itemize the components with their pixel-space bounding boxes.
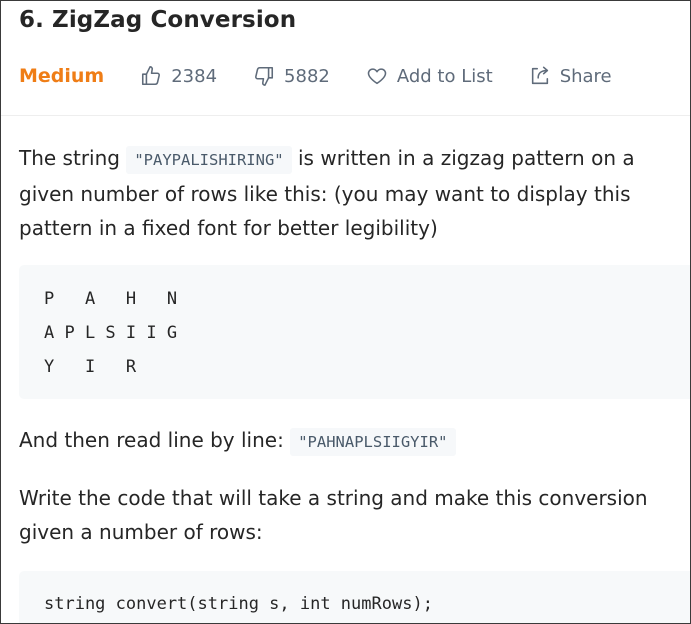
problem-meta-bar: Medium 2384 5882 Add to List Share: [19, 61, 648, 91]
zigzag-example-block: P A H N A P L S I I G Y I R: [19, 265, 690, 399]
example-line: Y I R: [44, 357, 137, 377]
inline-code-output-string: "PAHNAPLSIIGYIR": [290, 428, 456, 456]
function-signature-block: string convert(string s, int numRows);: [19, 571, 690, 623]
problem-title: 6. ZigZag Conversion: [19, 7, 297, 33]
share-icon: [531, 66, 548, 85]
thumbs-down-icon: [255, 66, 274, 86]
add-to-list-button[interactable]: Add to List: [366, 65, 493, 87]
header-divider: [1, 115, 690, 116]
description-paragraph-3: Write the code that will take a string a…: [19, 486, 648, 544]
function-signature: string convert(string s, int numRows);: [44, 594, 433, 614]
dislike-count: 5882: [284, 65, 330, 87]
difficulty-label: Medium: [19, 65, 105, 87]
example-line: P A H N: [44, 289, 178, 309]
heart-icon: [367, 68, 387, 85]
share-label: Share: [559, 65, 612, 87]
p1-text-before: The string: [19, 146, 127, 170]
example-line: A P L S I I G: [44, 323, 178, 343]
description-paragraph-2: And then read line by line: "PAHNAPLSIIG…: [19, 423, 687, 459]
description-paragraph-1: The string "PAYPALISHIRING" is written i…: [19, 141, 687, 245]
like-button[interactable]: 2384: [140, 65, 217, 87]
thumbs-up-icon: [142, 66, 161, 86]
inline-code-input-string: "PAYPALISHIRING": [126, 146, 292, 174]
share-button[interactable]: Share: [529, 65, 612, 87]
add-to-list-label: Add to List: [396, 65, 493, 87]
like-count: 2384: [171, 65, 218, 87]
dislike-button[interactable]: 5882: [253, 65, 330, 87]
p2-text-before: And then read line by line:: [19, 428, 291, 452]
problem-panel: 6. ZigZag Conversion Medium 2384 5882 Ad…: [0, 0, 691, 624]
